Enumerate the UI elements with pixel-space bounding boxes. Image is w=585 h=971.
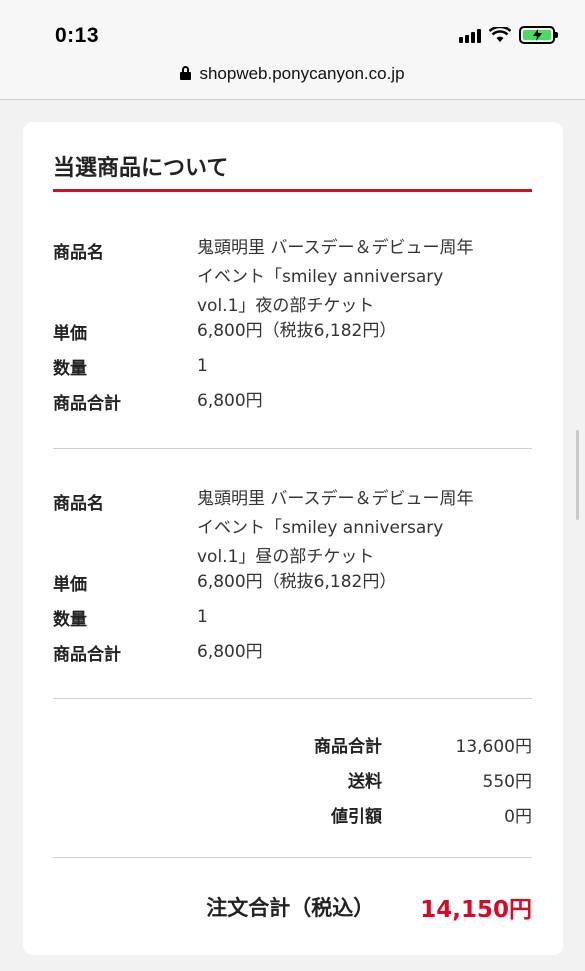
summary-divider xyxy=(53,857,532,858)
shipping-label: 送料 xyxy=(348,772,382,792)
unit-price-label: 単価 xyxy=(53,324,87,344)
signal-icon xyxy=(459,27,481,43)
item-total-row: 商品合計 6,800円 xyxy=(53,384,532,419)
product-name-value: 鬼頭明里 バースデー＆デビュー周年 イベント「smiley anniversar… xyxy=(197,234,532,316)
grand-total-label: 注文合計（税込） xyxy=(206,896,375,920)
status-bar: 0:13 xyxy=(0,0,585,60)
product-name-row: 商品名 鬼頭明里 バースデー＆デビュー周年 イベント「smiley annive… xyxy=(53,477,532,567)
product-name-label: 商品名 xyxy=(53,243,104,263)
section-title: 当選商品について xyxy=(53,156,229,181)
page-scrollbar[interactable] xyxy=(576,430,579,520)
grand-total-value: 14,150円 xyxy=(420,897,532,923)
browser-url-bar[interactable]: shopweb.ponycanyon.co.jp xyxy=(0,60,585,100)
url-display[interactable]: shopweb.ponycanyon.co.jp xyxy=(0,64,585,84)
order-item: 商品名 鬼頭明里 バースデー＆デビュー周年 イベント「smiley annive… xyxy=(53,477,532,670)
item-total-value: 6,800円 xyxy=(197,391,263,411)
quantity-row: 数量 1 xyxy=(53,600,532,635)
item-total-row: 商品合計 6,800円 xyxy=(53,635,532,670)
title-underline xyxy=(53,189,532,192)
subtotal-label: 商品合計 xyxy=(314,737,382,757)
subtotal-value: 13,600円 xyxy=(455,737,532,757)
unit-price-row: 単価 6,800円（税抜6,182円） xyxy=(53,314,532,349)
url-text: shopweb.ponycanyon.co.jp xyxy=(199,64,405,83)
unit-price-value: 6,800円（税抜6,182円） xyxy=(197,321,397,341)
product-name-label: 商品名 xyxy=(53,494,104,514)
order-item: 商品名 鬼頭明里 バースデー＆デビュー周年 イベント「smiley annive… xyxy=(53,226,532,419)
item-total-label: 商品合計 xyxy=(53,394,121,414)
discount-row: 値引額 0円 xyxy=(242,802,532,827)
wifi-icon xyxy=(489,27,511,42)
product-name-line: イベント「smiley anniversary xyxy=(197,518,444,538)
grand-total-row: 注文合計（税込） 14,150円 xyxy=(206,890,532,924)
item-total-label: 商品合計 xyxy=(53,645,121,665)
product-name-row: 商品名 鬼頭明里 バースデー＆デビュー周年 イベント「smiley annive… xyxy=(53,226,532,316)
product-name-line: 鬼頭明里 バースデー＆デビュー周年 xyxy=(197,489,474,509)
lock-icon xyxy=(180,66,192,80)
status-icons xyxy=(459,26,558,44)
quantity-value: 1 xyxy=(197,607,208,627)
item-divider xyxy=(53,448,532,449)
unit-price-value: 6,800円（税抜6,182円） xyxy=(197,572,397,592)
item-divider xyxy=(53,698,532,699)
product-name-value: 鬼頭明里 バースデー＆デビュー周年 イベント「smiley anniversar… xyxy=(197,485,532,567)
quantity-label: 数量 xyxy=(53,359,87,379)
subtotal-row: 商品合計 13,600円 xyxy=(242,732,532,757)
shipping-value: 550円 xyxy=(482,772,532,792)
winning-items-card: 当選商品について 商品名 鬼頭明里 バースデー＆デビュー周年 イベント「smil… xyxy=(23,122,563,955)
discount-label: 値引額 xyxy=(331,807,382,827)
unit-price-label: 単価 xyxy=(53,575,87,595)
quantity-label: 数量 xyxy=(53,610,87,630)
unit-price-row: 単価 6,800円（税抜6,182円） xyxy=(53,565,532,600)
product-name-line: イベント「smiley anniversary xyxy=(197,267,444,287)
product-name-line: 鬼頭明里 バースデー＆デビュー周年 xyxy=(197,238,474,258)
discount-value: 0円 xyxy=(504,807,532,827)
status-time: 0:13 xyxy=(55,24,100,47)
quantity-row: 数量 1 xyxy=(53,349,532,384)
item-total-value: 6,800円 xyxy=(197,642,263,662)
shipping-row: 送料 550円 xyxy=(242,767,532,792)
quantity-value: 1 xyxy=(197,356,208,376)
battery-charging-icon xyxy=(519,26,558,44)
